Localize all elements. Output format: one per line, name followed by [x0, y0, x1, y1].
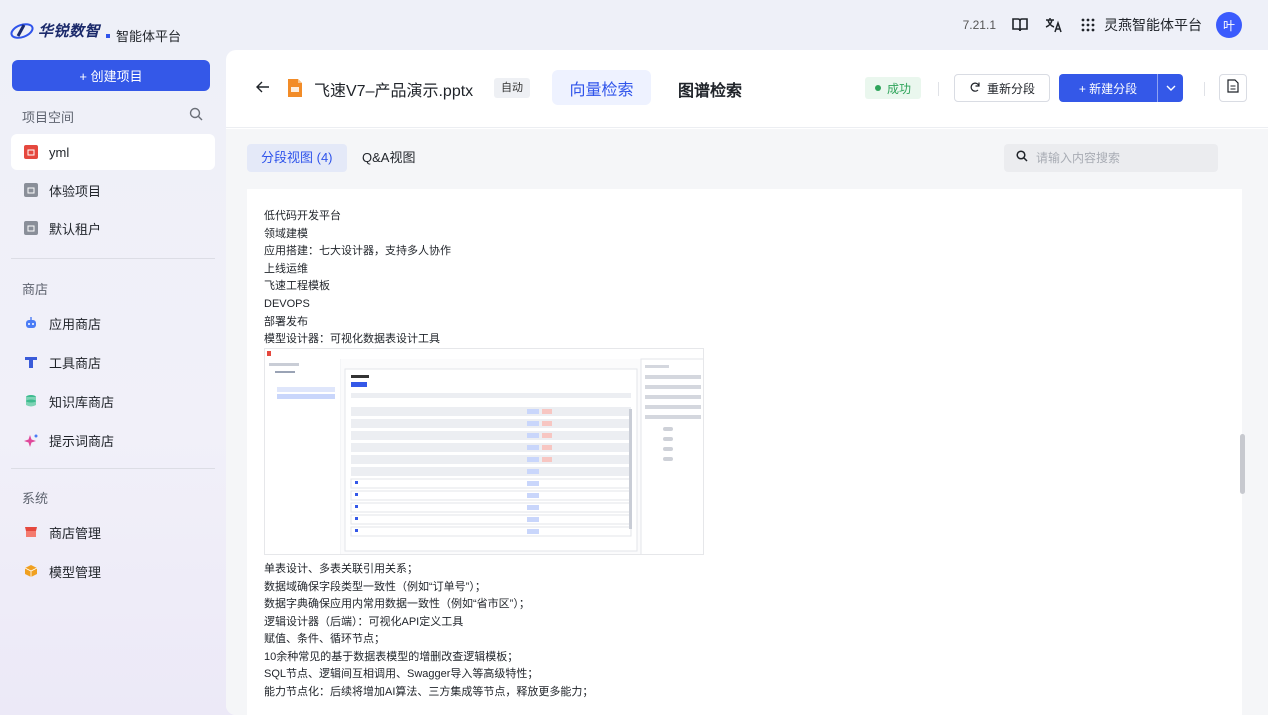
search-icon — [1016, 149, 1028, 167]
project-icon — [24, 145, 38, 159]
tab-graph-search[interactable]: 图谱检索 — [678, 77, 742, 101]
refresh-icon — [969, 81, 981, 96]
sidebar-item-label: 应用商店 — [49, 316, 102, 332]
create-project-button[interactable]: + 创建项目 — [12, 60, 210, 91]
text-line: 逻辑设计器（后端）：可视化API定义工具 — [264, 615, 464, 628]
divider — [1204, 82, 1205, 96]
sidebar-item-label: 体验项目 — [49, 183, 102, 199]
sidebar-item-prompt-store[interactable]: 提示词商店 — [11, 422, 215, 458]
scrollbar-thumb[interactable] — [1240, 434, 1245, 494]
content-search[interactable] — [1004, 144, 1218, 172]
main-panel: 飞速V7–产品演示.pptx 自动 向量检索 图谱检索 成功 重新分段 + 新建… — [226, 50, 1268, 715]
cube-icon — [24, 564, 38, 578]
status-text: 成功 — [887, 81, 912, 96]
project-icon — [24, 221, 38, 235]
store-section-title: 商店 — [22, 282, 49, 297]
tab-vector-search[interactable]: 向量检索 — [552, 70, 651, 105]
logo-subtitle: 智能体平台 — [116, 29, 182, 44]
text-line: 10余种常见的基于数据表模型的增删改查逻辑模板； — [264, 650, 519, 663]
logo-mark-icon — [10, 22, 34, 39]
text-line: 单表设计、多表关联引用关系； — [264, 563, 418, 575]
text-line: 数据域确保字段类型一致性（例如“订单号”）； — [264, 580, 486, 593]
store-icon — [24, 525, 38, 539]
database-icon — [24, 394, 38, 408]
sparkle-icon — [24, 433, 38, 447]
segment-text-bottom: 单表设计、多表关联引用关系； 数据域确保字段类型一致性（例如“订单号”）； 数据… — [264, 561, 593, 701]
view-toolbar: 分段视图 (4) Q&A视图 — [226, 129, 1268, 189]
text-line: 部署发布 — [264, 315, 308, 328]
platform-name: 灵燕智能体平台 — [1104, 17, 1202, 33]
sidebar-item-store-management[interactable]: 商店管理 — [11, 514, 215, 550]
sidebar-item-label: yml — [49, 144, 70, 160]
grid-apps-icon — [1078, 15, 1098, 35]
logo-brand-text: 华锐数智 — [38, 23, 101, 40]
sidebar-item-label: 提示词商店 — [49, 433, 115, 449]
search-input[interactable] — [1036, 151, 1206, 165]
text-line: 模型设计器：可视化数据表设计工具 — [264, 333, 440, 346]
resegment-button[interactable]: 重新分段 — [954, 74, 1050, 102]
segment-card[interactable]: 低代码开发平台 领域建模 应用搭建：七大设计器，支持多人协作 上线运维 飞速工程… — [247, 189, 1242, 715]
document-header: 飞速V7–产品演示.pptx 自动 向量检索 图谱检索 成功 重新分段 + 新建… — [226, 50, 1268, 128]
pptx-file-icon — [288, 79, 302, 97]
sidebar: + 创建项目 项目空间 yml 体验项目 默认租户 商店 应用商店 工具商店 知… — [0, 50, 222, 715]
document-button[interactable] — [1219, 74, 1247, 102]
status-badge: 成功 — [865, 77, 922, 99]
translate-icon[interactable] — [1044, 15, 1064, 35]
robot-icon — [24, 316, 38, 330]
divider — [11, 258, 215, 259]
sidebar-item-default-tenant[interactable]: 默认租户 — [11, 210, 215, 246]
segment-text-top: 低代码开发平台 领域建模 应用搭建：七大设计器，支持多人协作 上线运维 飞速工程… — [264, 208, 451, 349]
sidebar-item-label: 商店管理 — [49, 525, 102, 541]
resegment-label: 重新分段 — [986, 81, 1035, 96]
top-right-toolbar: 7.21.1 灵燕智能体平台 叶 — [963, 12, 1242, 38]
status-dot — [875, 85, 881, 91]
text-line: 领域建模 — [264, 227, 308, 240]
tab-qa-view[interactable]: Q&A视图 — [362, 144, 415, 172]
text-line: 赋值、条件、循环节点； — [264, 633, 385, 645]
text-line: 数据字典确保应用内常用数据一致性（例如“省市区”）； — [264, 598, 530, 610]
new-segment-button[interactable]: + 新建分段 — [1059, 74, 1183, 102]
text-line: 应用搭建：七大设计器，支持多人协作 — [264, 245, 451, 258]
sidebar-item-knowledge-store[interactable]: 知识库商店 — [11, 383, 215, 419]
brand-logo[interactable]: 华锐数智 智能体平台 — [10, 20, 181, 44]
text-line: 飞速工程模板 — [264, 280, 330, 293]
new-segment-label: + 新建分段 — [1078, 81, 1138, 96]
version-label: 7.21.1 — [962, 18, 996, 32]
project-icon — [24, 183, 38, 197]
embedded-screenshot-image — [264, 348, 704, 555]
tab-segment-view[interactable]: 分段视图 (4) — [247, 144, 347, 172]
text-line: 上线运维 — [264, 262, 308, 275]
sidebar-item-label: 模型管理 — [49, 564, 102, 580]
logo-dot — [106, 33, 111, 38]
tool-icon — [24, 355, 38, 369]
sidebar-item-label: 工具商店 — [49, 355, 102, 371]
sidebar-item-yml[interactable]: yml — [11, 134, 215, 170]
text-line: SQL节点、逻辑间互相调用、Swagger导入等高级特性； — [264, 668, 539, 680]
auto-tag: 自动 — [494, 78, 530, 98]
sidebar-item-label: 知识库商店 — [49, 394, 115, 410]
book-icon[interactable] — [1010, 15, 1030, 35]
text-line: 低代码开发平台 — [264, 210, 341, 222]
document-icon — [1227, 78, 1239, 98]
back-arrow-icon[interactable] — [256, 80, 270, 94]
text-line: 能力节点化：后续将增加AI算法、三方集成等节点，释放更多能力； — [264, 685, 594, 698]
sidebar-item-tool-store[interactable]: 工具商店 — [11, 344, 215, 380]
sidebar-item-label: 默认租户 — [49, 221, 102, 237]
chevron-down-icon[interactable] — [1157, 74, 1183, 102]
segment-content-area: 低代码开发平台 领域建模 应用搭建：七大设计器，支持多人协作 上线运维 飞速工程… — [226, 189, 1268, 715]
file-name: 飞速V7–产品演示.pptx — [314, 83, 474, 100]
divider — [11, 468, 215, 469]
sidebar-item-model-management[interactable]: 模型管理 — [11, 553, 215, 589]
avatar[interactable]: 叶 — [1216, 12, 1242, 38]
platform-switcher[interactable]: 灵燕智能体平台 — [1078, 15, 1202, 35]
text-line: DEVOPS — [264, 297, 310, 310]
project-space-title: 项目空间 — [22, 110, 75, 125]
sidebar-item-app-store[interactable]: 应用商店 — [11, 305, 215, 341]
search-icon[interactable] — [189, 107, 203, 121]
system-section-title: 系统 — [22, 491, 49, 506]
divider — [938, 82, 939, 96]
top-bar: 华锐数智 智能体平台 7.21.1 灵燕智能体平台 叶 — [0, 0, 1268, 50]
sidebar-item-trial-project[interactable]: 体验项目 — [11, 172, 215, 208]
